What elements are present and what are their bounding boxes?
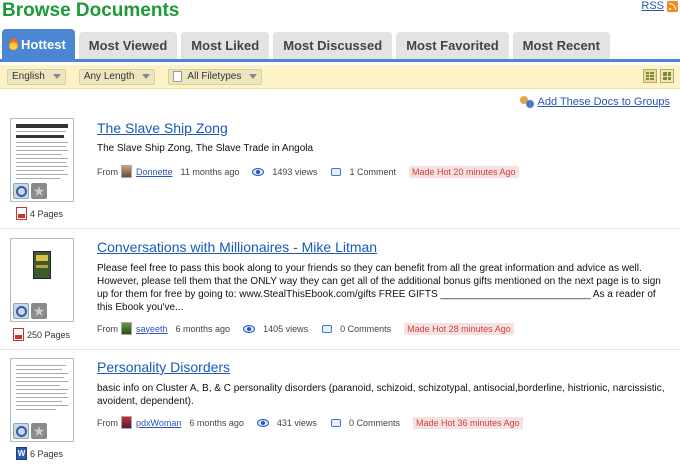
- pages-label: 250 Pages: [27, 329, 71, 340]
- thumbnail-actions: ★: [13, 303, 47, 319]
- document-title-link[interactable]: Personality Disorders: [97, 359, 230, 375]
- document-meta: From pdxWoman 6 months ago 431 views 0 C…: [97, 416, 523, 429]
- from-label: From: [97, 323, 118, 334]
- avatar[interactable]: [121, 416, 132, 429]
- document-meta: From sayeeth 6 months ago 1405 views 0 C…: [97, 322, 514, 335]
- upload-age: 11 months ago: [180, 166, 240, 177]
- view-count: 1405 views: [263, 323, 309, 334]
- filetype-value: All Filetypes: [187, 71, 242, 82]
- author-link[interactable]: Donnette: [136, 167, 173, 177]
- add-to-groups[interactable]: Add These Docs to Groups: [519, 96, 670, 108]
- grid-view-icon[interactable]: [660, 69, 674, 83]
- tab-most-favorited[interactable]: Most Favorited: [396, 32, 509, 59]
- star-icon[interactable]: ★: [31, 183, 47, 199]
- from-label: From: [97, 166, 118, 177]
- tab-most-liked[interactable]: Most Liked: [181, 32, 270, 59]
- view-count: 1493 views: [272, 166, 318, 177]
- comment-count[interactable]: 0 Comments: [349, 418, 400, 428]
- tab-most-viewed[interactable]: Most Viewed: [78, 32, 178, 59]
- magnifier-icon[interactable]: [13, 183, 29, 199]
- length-value: Any Length: [83, 71, 135, 82]
- flame-icon: [9, 38, 18, 50]
- eye-icon: [243, 324, 256, 333]
- view-count: 431 views: [276, 417, 317, 428]
- author-link[interactable]: pdxWoman: [136, 418, 181, 428]
- comment-icon: [331, 167, 342, 176]
- pages-label: 6 Pages: [30, 448, 64, 459]
- document-description: The Slave Ship Zong, The Slave Trade in …: [97, 143, 314, 154]
- hot-badge: Made Hot 20 minutes Ago: [408, 165, 519, 178]
- avatar[interactable]: [121, 322, 132, 335]
- tab-label: Most Favorited: [406, 38, 499, 53]
- word-icon: W: [16, 447, 27, 460]
- pdf-icon: [13, 328, 24, 341]
- tab-most-discussed[interactable]: Most Discussed: [273, 32, 393, 59]
- view-toggles: [643, 69, 674, 83]
- author-link[interactable]: sayeeth: [136, 324, 168, 334]
- upload-age: 6 months ago: [189, 417, 244, 428]
- rss-link[interactable]: RSS: [641, 0, 664, 12]
- add-to-groups-link[interactable]: Add These Docs to Groups: [538, 96, 670, 108]
- thumbnail-actions: ★: [13, 183, 47, 199]
- hot-badge: Made Hot 36 minutes Ago: [412, 416, 523, 429]
- rss-icon[interactable]: [667, 0, 678, 12]
- document-thumbnail[interactable]: ★: [10, 358, 74, 442]
- divider: [0, 228, 680, 229]
- length-dropdown[interactable]: Any Length: [78, 68, 156, 85]
- filetype-dropdown[interactable]: All Filetypes: [168, 68, 263, 85]
- pdf-icon: [16, 207, 27, 220]
- page-title: Browse Documents: [2, 0, 180, 21]
- page-count: 250 Pages: [13, 328, 70, 341]
- chevron-down-icon: [52, 74, 61, 79]
- file-icon: [173, 71, 183, 82]
- from-label: From: [97, 417, 118, 428]
- tab-label: Most Viewed: [88, 38, 168, 53]
- comment-icon: [330, 418, 341, 427]
- upload-age: 6 months ago: [175, 323, 231, 334]
- eye-icon: [252, 167, 265, 176]
- language-dropdown[interactable]: English: [7, 68, 66, 85]
- hot-badge: Made Hot 28 minutes Ago: [404, 322, 514, 335]
- page-count: W 6 Pages: [16, 447, 63, 460]
- pages-label: 4 Pages: [30, 208, 64, 219]
- document-title-link[interactable]: Conversations with Millionaires - Mike L…: [97, 239, 377, 255]
- tab-label: Hottest: [21, 36, 66, 52]
- rss-feed[interactable]: RSS: [641, 0, 678, 12]
- filter-bar: English Any Length All Filetypes: [0, 65, 680, 89]
- document-description: Please feel free to pass this book along…: [97, 263, 661, 313]
- group-icon: [519, 96, 534, 108]
- page-count: 4 Pages: [16, 207, 63, 220]
- document-thumbnail[interactable]: ★: [10, 118, 74, 202]
- tab-label: Most Discussed: [283, 38, 383, 53]
- tab-label: Most Liked: [191, 38, 260, 53]
- thumbnail-actions: ★: [13, 423, 47, 439]
- avatar[interactable]: [121, 165, 132, 178]
- eye-icon: [256, 418, 269, 427]
- comment-count[interactable]: 0 Comments: [340, 324, 391, 334]
- magnifier-icon[interactable]: [13, 303, 29, 319]
- sort-tabs: Hottest Most Viewed Most Liked Most Disc…: [0, 29, 680, 62]
- tab-hottest[interactable]: Hottest: [2, 29, 75, 59]
- star-icon[interactable]: ★: [31, 423, 47, 439]
- comment-count[interactable]: 1 Comment: [349, 167, 396, 177]
- language-value: English: [12, 71, 45, 82]
- document-thumbnail[interactable]: ★: [10, 238, 74, 322]
- chevron-down-icon: [142, 74, 151, 79]
- tab-label: Most Recent: [522, 38, 600, 53]
- list-view-icon[interactable]: [643, 69, 657, 83]
- document-title-link[interactable]: The Slave Ship Zong: [97, 120, 228, 136]
- document-meta: From Donnette 11 months ago 1493 views 1…: [97, 165, 519, 178]
- divider: [0, 349, 680, 350]
- chevron-down-icon: [249, 74, 258, 79]
- tab-most-recent[interactable]: Most Recent: [512, 32, 610, 59]
- magnifier-icon[interactable]: [13, 423, 29, 439]
- star-icon[interactable]: ★: [31, 303, 47, 319]
- comment-icon: [322, 324, 333, 333]
- document-description: basic info on Cluster A, B, & C personal…: [97, 383, 665, 407]
